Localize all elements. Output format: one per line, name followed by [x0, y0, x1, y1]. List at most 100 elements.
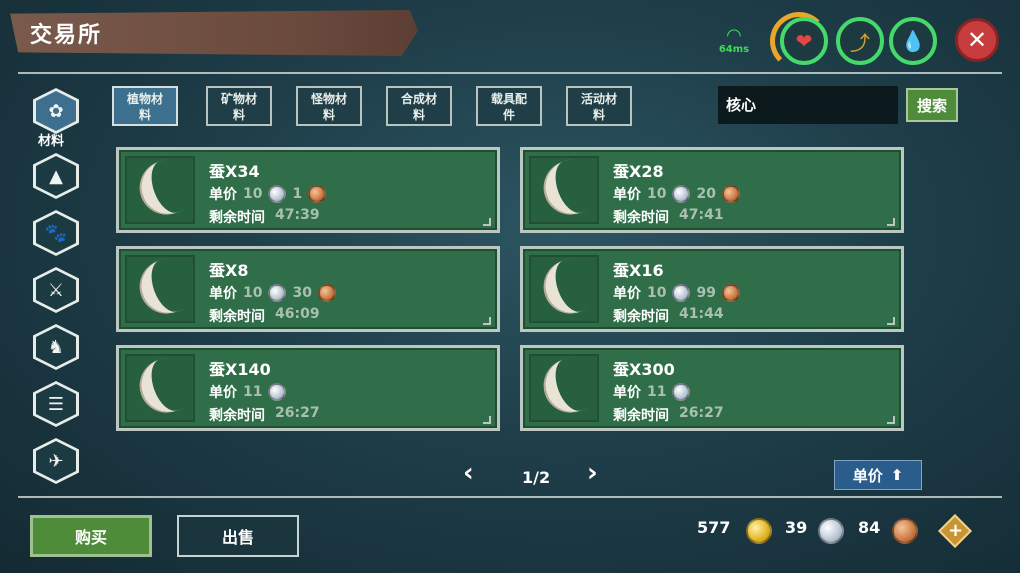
silver-coin-icon — [268, 185, 287, 203]
item-name: 蚕X16 — [613, 261, 664, 280]
price-label: 单价 — [613, 286, 641, 302]
top-divider — [18, 72, 1002, 74]
price-label: 单价 — [613, 187, 641, 203]
tab-label: 活动材 — [580, 92, 617, 106]
tab-label: 载具配 — [490, 92, 527, 106]
tab-crafted-materials[interactable]: 合成材料 — [386, 86, 452, 126]
silver-price: 10 — [647, 285, 667, 301]
copper-coin-icon — [317, 284, 336, 302]
copper-price: 30 — [292, 285, 312, 301]
item-name: 蚕X300 — [613, 360, 675, 379]
silver-price: 10 — [243, 285, 263, 301]
tab-label: 料 — [412, 108, 425, 122]
gold-coin-icon — [746, 518, 772, 544]
silver-coin-icon — [818, 518, 844, 544]
copper-price: 99 — [696, 285, 716, 301]
tab-plant-materials[interactable]: 植物材料 — [112, 86, 178, 126]
horse-icon: ♞ — [47, 336, 65, 358]
copper-coin-icon — [308, 185, 327, 203]
copper-price: 1 — [292, 186, 303, 202]
food-icon: ⤴ — [836, 17, 884, 65]
silkworm-icon — [537, 158, 591, 222]
copper-price: 20 — [696, 186, 716, 202]
item-icon-frame — [125, 354, 195, 422]
item-name: 蚕X34 — [209, 162, 260, 181]
silver-coin-icon — [268, 284, 287, 302]
tab-monster-materials[interactable]: 怪物材料 — [296, 86, 362, 126]
sell-button[interactable]: 出售 — [177, 515, 299, 557]
wifi-icon: ◠ — [726, 25, 742, 46]
card-corner — [483, 416, 491, 424]
copper-coin-icon — [892, 518, 918, 544]
copper-amount: 84 — [858, 518, 881, 537]
item-name: 蚕X28 — [613, 162, 664, 181]
sort-by-price-button[interactable]: 单价 ⬆ — [834, 460, 922, 490]
time-remaining: 47:39 — [275, 207, 320, 223]
sort-label: 单价 — [852, 466, 883, 485]
sidebar-active-label: 材料 — [38, 134, 65, 149]
page-title: 交易所 — [30, 23, 103, 48]
tab-label: 料 — [138, 108, 151, 122]
close-button[interactable]: ✕ — [955, 18, 999, 62]
item-icon-frame — [529, 354, 599, 422]
silkworm-icon — [537, 356, 591, 420]
item-name: 蚕X140 — [209, 360, 271, 379]
silver-coin-icon — [268, 383, 287, 401]
arrow-up-icon: ⬆ — [890, 466, 904, 484]
chevron-right-icon: › — [587, 458, 598, 488]
silkworm-icon — [133, 356, 187, 420]
time-label: 剩余时间 — [209, 309, 265, 325]
gold-amount: 577 — [697, 518, 731, 537]
tab-mineral-materials[interactable]: 矿物材料 — [206, 86, 272, 126]
listing-card[interactable]: 蚕X28 单价 10 20 剩余时间 47:41 — [520, 147, 904, 233]
copper-coin-icon — [721, 284, 740, 302]
price-label: 单价 — [613, 385, 641, 401]
materials-icon: ✿ — [48, 100, 64, 122]
search-input[interactable]: 核心 — [718, 86, 898, 124]
price-label: 单价 — [209, 187, 237, 203]
search-button[interactable]: 搜索 — [906, 88, 958, 122]
tab-label: 合成材 — [400, 92, 437, 106]
time-remaining: 26:27 — [275, 405, 320, 421]
listing-card[interactable]: 蚕X16 单价 10 99 剩余时间 41:44 — [520, 246, 904, 332]
copper-coin-icon — [721, 185, 740, 203]
listing-card[interactable]: 蚕X8 单价 10 30 剩余时间 46:09 — [116, 246, 500, 332]
item-icon-frame — [529, 255, 599, 323]
time-label: 剩余时间 — [209, 210, 265, 226]
silver-price: 11 — [647, 384, 667, 400]
silver-price: 10 — [647, 186, 667, 202]
silver-amount: 39 — [785, 518, 808, 537]
page-indicator: 1/2 — [522, 468, 551, 487]
network-status: ◠ 64ms — [718, 25, 750, 60]
time-remaining: 47:41 — [679, 207, 724, 223]
item-name: 蚕X8 — [209, 261, 249, 280]
silver-coin-icon — [672, 284, 691, 302]
silver-price: 10 — [243, 186, 263, 202]
buy-button[interactable]: 购买 — [30, 515, 152, 557]
camp-icon: ▲ — [49, 165, 63, 187]
time-label: 剩余时间 — [613, 210, 669, 226]
card-corner — [887, 317, 895, 325]
card-corner — [483, 218, 491, 226]
card-corner — [887, 218, 895, 226]
heart-icon: ❤ — [780, 17, 828, 65]
tab-label: 矿物材 — [220, 92, 257, 106]
water-drop-icon: 💧 — [889, 17, 937, 65]
x-icon: ✕ — [966, 26, 988, 54]
prev-page-button[interactable]: ‹ — [463, 458, 474, 488]
paw-icon: 🐾 — [44, 222, 68, 244]
next-page-button[interactable]: › — [587, 458, 598, 488]
time-remaining: 41:44 — [679, 306, 724, 322]
bird-icon: ✈ — [48, 450, 64, 472]
listing-card[interactable]: 蚕X34 单价 10 1 剩余时间 47:39 — [116, 147, 500, 233]
weapon-icon: ⚔ — [47, 279, 65, 301]
scroll-icon: ☰ — [47, 393, 65, 415]
tab-vehicle-parts[interactable]: 载具配件 — [476, 86, 542, 126]
plus-icon: + — [948, 520, 964, 541]
tab-label: 植物材 — [126, 92, 163, 106]
tab-event-materials[interactable]: 活动材料 — [566, 86, 632, 126]
listing-card[interactable]: 蚕X300 单价 11 剩余时间 26:27 — [520, 345, 904, 431]
item-icon-frame — [125, 255, 195, 323]
silver-price: 11 — [243, 384, 263, 400]
listing-card[interactable]: 蚕X140 单价 11 剩余时间 26:27 — [116, 345, 500, 431]
